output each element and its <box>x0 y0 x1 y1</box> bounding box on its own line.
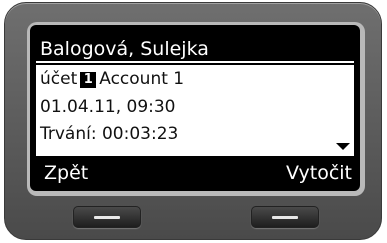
left-hardware-key[interactable] <box>73 206 141 228</box>
contact-header: Balogová, Sulejka <box>36 35 354 63</box>
display-screen: Balogová, Sulejka účet 1 Account 1 01.04.1… <box>30 25 360 191</box>
account-prefix: účet <box>40 69 78 89</box>
account-line: účet 1 Account 1 <box>40 67 184 91</box>
account-number-badge: 1 <box>80 72 97 88</box>
call-details: účet 1 Account 1 01.04.11, 09:30 Trvání: 0… <box>36 65 354 156</box>
phone-device: Balogová, Sulejka účet 1 Account 1 01.04.1… <box>4 2 382 240</box>
account-name: Account 1 <box>99 69 185 89</box>
call-duration: Trvání: 00:03:23 <box>40 124 179 144</box>
minus-icon <box>94 216 120 219</box>
dial-softkey[interactable]: Vytočit <box>286 158 352 188</box>
contact-name: Balogová, Sulejka <box>40 38 209 60</box>
minus-icon <box>272 216 298 219</box>
back-softkey[interactable]: Zpět <box>44 158 88 188</box>
display-bezel: Balogová, Sulejka účet 1 Account 1 01.04.1… <box>27 22 365 196</box>
softkey-bar: Zpět Vytočit <box>36 158 354 190</box>
triangle-down-icon <box>336 143 350 150</box>
call-datetime: 01.04.11, 09:30 <box>40 97 176 117</box>
right-hardware-key[interactable] <box>251 206 319 228</box>
